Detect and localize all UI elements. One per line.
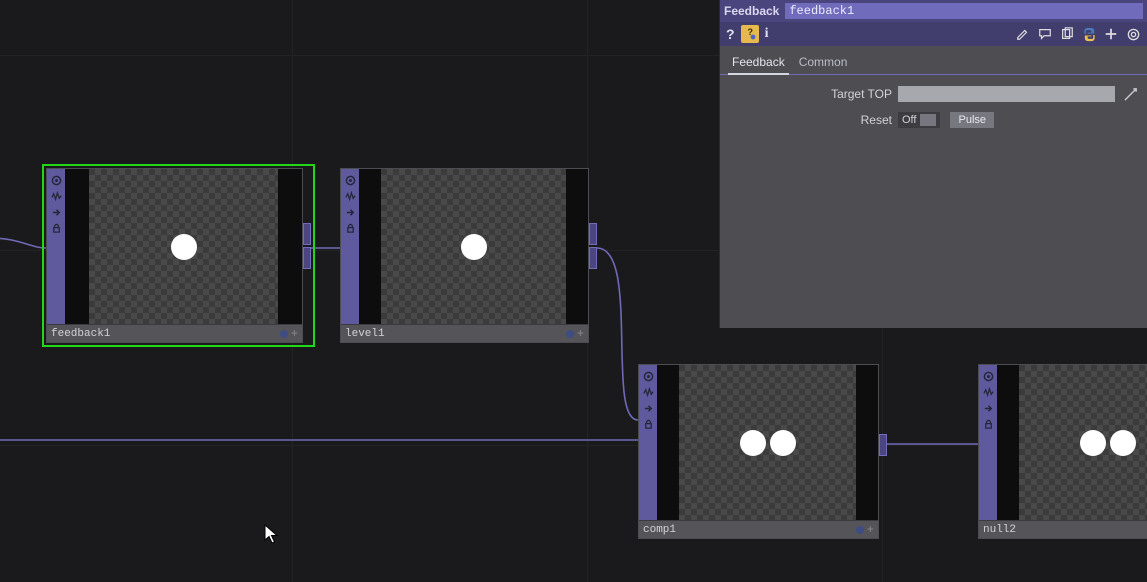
copy-icon[interactable] <box>1059 26 1075 42</box>
target-icon[interactable] <box>1125 26 1141 42</box>
operator-type-label: Feedback <box>724 4 779 18</box>
edit-icon[interactable] <box>1015 26 1031 42</box>
node-side-icons <box>47 169 65 324</box>
help-question-icon[interactable]: ? <box>726 26 735 42</box>
target-top-input[interactable] <box>898 86 1115 102</box>
node-level1[interactable]: level1 + <box>340 168 597 343</box>
info-icon[interactable]: i <box>765 26 769 42</box>
tab-common[interactable]: Common <box>797 52 850 74</box>
plus-icon[interactable]: + <box>867 524 874 536</box>
lock-icon[interactable] <box>981 417 995 431</box>
activity-icon[interactable] <box>981 385 995 399</box>
node-label: comp1 <box>643 524 676 536</box>
param-label: Reset <box>728 113 892 127</box>
arrow-right-icon[interactable] <box>49 205 63 219</box>
parameter-panel: Feedback ? ? i Feedback Common Target TO… <box>719 0 1147 328</box>
record-icon[interactable] <box>641 369 655 383</box>
viewer-dot-icon[interactable] <box>280 330 288 338</box>
toggle-state: Off <box>902 114 916 126</box>
node-label: level1 <box>345 328 385 340</box>
arrow-right-icon[interactable] <box>641 401 655 415</box>
lock-icon[interactable] <box>641 417 655 431</box>
output-connector[interactable] <box>303 223 311 343</box>
node-bar-icons: + <box>280 328 298 340</box>
node-side-icons <box>979 365 997 520</box>
lock-icon[interactable] <box>343 221 357 235</box>
activity-icon[interactable] <box>641 385 655 399</box>
param-target-top: Target TOP <box>728 83 1139 105</box>
node-bar-icons: + <box>566 328 584 340</box>
node-label: null2 <box>983 524 1016 536</box>
record-icon[interactable] <box>981 369 995 383</box>
node-comp1[interactable]: comp1 + <box>638 364 887 539</box>
activity-icon[interactable] <box>49 189 63 203</box>
operator-name-input[interactable] <box>785 3 1143 19</box>
panel-toolbar: ? ? i <box>720 22 1147 46</box>
python-icon[interactable] <box>1081 26 1097 42</box>
reset-toggle[interactable]: Off <box>898 112 940 128</box>
reset-pulse-button[interactable]: Pulse <box>950 112 994 128</box>
node-side-icons <box>341 169 359 324</box>
record-icon[interactable] <box>343 173 357 187</box>
lock-icon[interactable] <box>49 221 63 235</box>
param-label: Target TOP <box>728 87 892 101</box>
node-side-icons <box>639 365 657 520</box>
comment-icon[interactable] <box>1037 26 1053 42</box>
plus-icon[interactable] <box>1103 26 1119 42</box>
viewer-dot-icon[interactable] <box>566 330 574 338</box>
arrow-right-icon[interactable] <box>981 401 995 415</box>
node-null2[interactable]: null2 + <box>978 364 1147 539</box>
param-reset: Reset Off Pulse <box>728 109 1139 131</box>
output-connector[interactable] <box>589 223 597 343</box>
help-wiki-icon[interactable]: ? <box>741 25 759 43</box>
panel-title-bar: Feedback <box>720 0 1147 22</box>
node-feedback1[interactable]: feedback1 + <box>46 168 311 343</box>
activity-icon[interactable] <box>343 189 357 203</box>
node-label: feedback1 <box>51 328 110 340</box>
plus-icon[interactable]: + <box>291 328 298 340</box>
toggle-switch-icon <box>920 114 936 126</box>
plus-icon[interactable]: + <box>577 328 584 340</box>
mouse-cursor-icon <box>264 524 280 546</box>
output-connector[interactable] <box>879 434 887 539</box>
panel-tabs: Feedback Common <box>720 46 1147 75</box>
record-icon[interactable] <box>49 173 63 187</box>
panel-body: Target TOP Reset Off Pulse <box>720 75 1147 328</box>
viewer-dot-icon[interactable] <box>856 526 864 534</box>
arrow-right-icon[interactable] <box>343 205 357 219</box>
tab-feedback[interactable]: Feedback <box>730 52 787 74</box>
picker-icon[interactable] <box>1121 86 1139 102</box>
node-bar-icons: + <box>856 524 874 536</box>
